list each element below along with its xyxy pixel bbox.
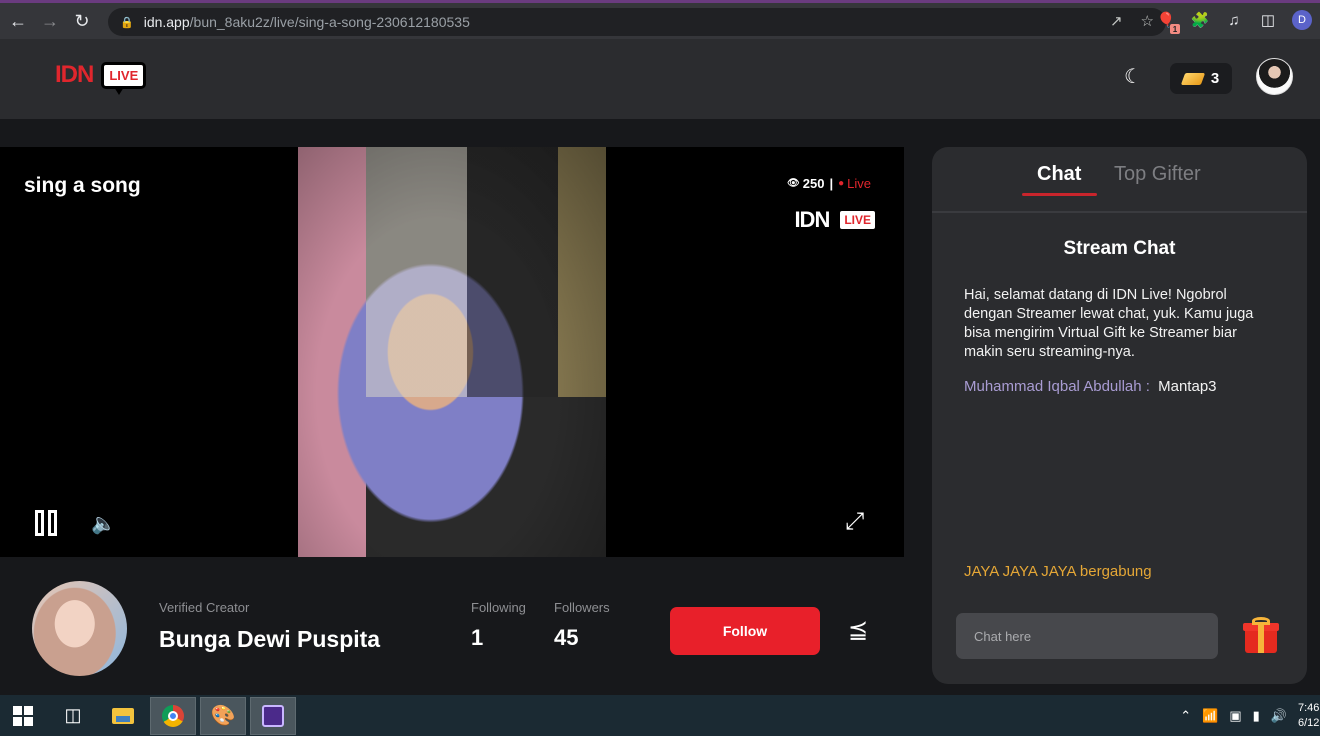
viewer-count: 250	[802, 176, 825, 191]
reload-button[interactable]: ↻	[68, 7, 96, 35]
show-hidden-icons-chevron-icon[interactable]: ⌃	[1180, 708, 1191, 724]
follow-button[interactable]: Follow	[670, 607, 820, 655]
bookmark-star-icon[interactable]: ☆	[1141, 12, 1154, 30]
followers-stat: Followers 45	[554, 600, 610, 651]
start-button[interactable]	[0, 697, 46, 735]
tab-top-gifter[interactable]: Top Gifter	[1114, 163, 1201, 186]
site-header: IDN LIVE ☾ 3	[0, 39, 1320, 119]
fullscreen-icon[interactable]: ⤢	[845, 508, 864, 536]
active-tab-indicator	[1022, 193, 1097, 196]
volume-icon[interactable]: 🔈	[91, 511, 116, 536]
task-view-icon[interactable]: ◫	[50, 697, 96, 735]
speaker-icon[interactable]: 🔊	[1271, 708, 1287, 724]
chat-panel: Chat Top Gifter Stream Chat Hai, selamat…	[932, 147, 1307, 684]
chat-text: Mantap3	[1158, 378, 1217, 395]
idn-live-logo[interactable]: IDN LIVE	[55, 61, 147, 95]
followers-count: 45	[554, 625, 579, 650]
file-explorer-button[interactable]	[100, 697, 146, 735]
following-stat: Following 1	[471, 600, 526, 651]
gold-count: 3	[1210, 70, 1220, 87]
device-icon[interactable]: ▣	[1229, 708, 1241, 724]
battery-icon[interactable]: ▮	[1253, 708, 1260, 724]
gold-balance[interactable]: 3	[1170, 63, 1232, 94]
chat-message: Muhammad Iqbal Abdullah : Mantap3	[964, 378, 1217, 395]
followers-label: Followers	[554, 600, 610, 615]
logo-idn-text: IDN	[55, 61, 94, 88]
paint-taskbar-button[interactable]: 🎨	[200, 696, 246, 735]
creator-info-bar: Verified Creator Bunga Dewi Puspita Foll…	[0, 557, 904, 695]
browser-toolbar: ← → ↻ 🔒 idn.app/bun_8aku2z/live/sing-a-s…	[0, 0, 1320, 39]
folder-icon	[112, 707, 134, 724]
chat-username[interactable]: Muhammad Iqbal Abdullah :	[964, 378, 1150, 395]
logo-live-badge: LIVE	[101, 61, 147, 95]
app-icon	[262, 704, 284, 727]
balloon-extension-icon[interactable]: 🎈 1	[1156, 10, 1180, 34]
chat-tabs: Chat Top Gifter	[932, 147, 1307, 213]
windows-taskbar: ◫ 🎨 ⌃ 📶 ▣ ▮ 🔊 7:46 6/12	[0, 695, 1320, 736]
tab-chat[interactable]: Chat	[1037, 163, 1081, 186]
wifi-icon[interactable]: 📶	[1202, 708, 1218, 724]
following-label: Following	[471, 600, 526, 615]
url-path: /bun_8aku2z/live/sing-a-song-23061218053…	[189, 14, 470, 30]
chat-input[interactable]	[956, 613, 1218, 659]
creator-avatar[interactable]	[32, 581, 127, 676]
back-button[interactable]: ←	[4, 7, 32, 35]
address-bar[interactable]: 🔒 idn.app/bun_8aku2z/live/sing-a-song-23…	[108, 8, 1166, 36]
profile-avatar[interactable]: D	[1292, 10, 1312, 30]
pause-icon[interactable]	[35, 510, 57, 536]
stream-chat-heading: Stream Chat	[1063, 238, 1176, 259]
extension-badge: 1	[1170, 24, 1180, 34]
live-label: Live	[847, 176, 871, 191]
separator: |	[829, 176, 834, 191]
live-dot-icon: ●	[838, 178, 845, 189]
extensions-puzzle-icon[interactable]: 🧩	[1190, 10, 1210, 30]
welcome-message: Hai, selamat datang di IDN Live! Ngobrol…	[964, 287, 1254, 360]
system-tray: ⌃ 📶 ▣ ▮ 🔊 7:46 6/12	[1180, 695, 1320, 736]
palette-icon: 🎨	[210, 705, 236, 727]
clock-time: 7:46	[1298, 701, 1320, 714]
chrome-taskbar-button[interactable]	[150, 696, 196, 735]
watermark-idn-text: IDN	[794, 207, 830, 232]
gold-coin-icon	[1180, 72, 1206, 85]
watermark-live-badge: LIVE	[837, 208, 878, 238]
dark-mode-moon-icon[interactable]: ☾	[1124, 64, 1142, 89]
media-control-icon[interactable]: ♫	[1224, 10, 1244, 30]
side-panel-icon[interactable]: ◫	[1258, 10, 1278, 30]
live-status: 👁 250 | ● Live	[787, 176, 871, 191]
gift-icon[interactable]	[1243, 617, 1279, 653]
url-host: idn.app	[143, 14, 190, 30]
live-video-feed	[298, 147, 606, 557]
forward-button[interactable]: →	[36, 7, 64, 35]
app-taskbar-button[interactable]	[250, 696, 296, 735]
idn-live-watermark: IDN LIVE	[794, 207, 878, 238]
eye-icon: 👁	[787, 178, 800, 189]
clock[interactable]: 7:46 6/12	[1298, 701, 1320, 731]
join-notice: JAYA JAYA JAYA bergabung	[964, 563, 1152, 580]
verified-creator-label: Verified Creator	[159, 600, 250, 615]
clock-date: 6/12	[1298, 716, 1320, 729]
user-avatar[interactable]	[1256, 58, 1293, 95]
video-player[interactable]: sing a song 👁 250 | ● Live IDN LIVE 🔈 ⤢	[0, 147, 904, 557]
share-page-icon[interactable]: ↗	[1110, 12, 1123, 30]
creator-name[interactable]: Bunga Dewi Puspita	[159, 626, 380, 653]
chrome-icon	[162, 704, 184, 727]
following-count: 1	[471, 625, 484, 650]
windows-logo-icon	[13, 705, 33, 726]
share-icon[interactable]: ⪳	[848, 615, 868, 644]
stream-title: sing a song	[24, 174, 141, 197]
lock-icon: 🔒	[120, 16, 134, 29]
